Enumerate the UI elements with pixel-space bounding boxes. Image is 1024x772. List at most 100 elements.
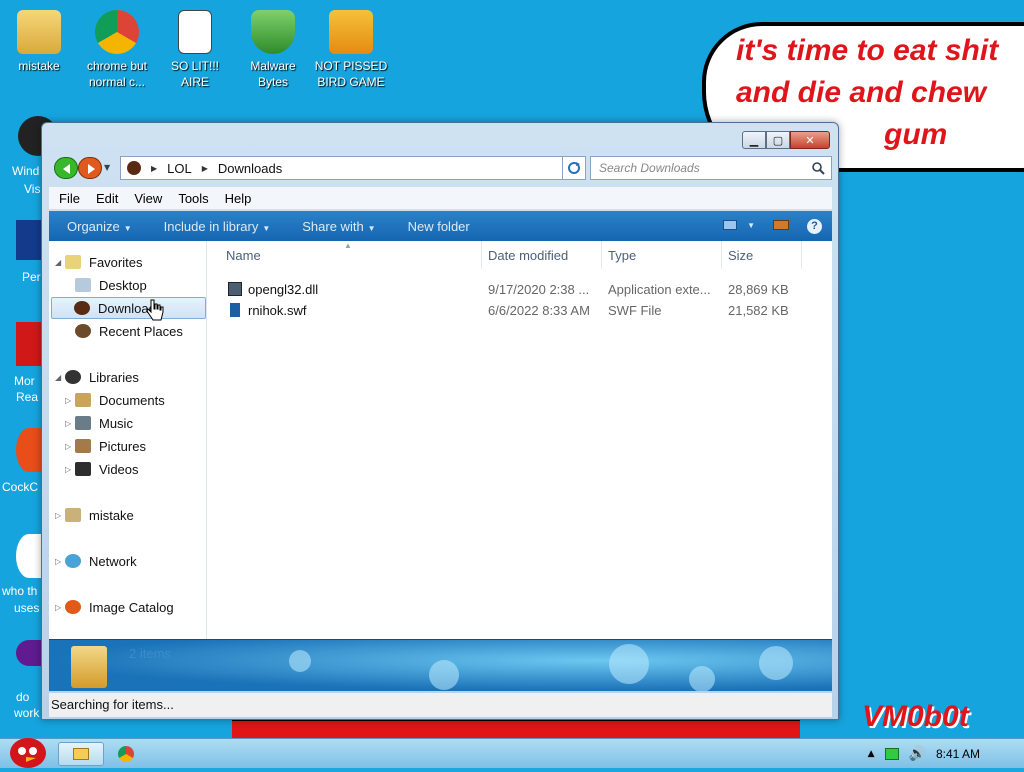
- include-in-library-button[interactable]: Include in library ▼: [164, 219, 271, 234]
- back-button[interactable]: [54, 157, 78, 179]
- desktop-icon-who[interactable]: [16, 534, 42, 578]
- menu-file[interactable]: File: [59, 191, 80, 206]
- collapse-arrow-icon[interactable]: ▷: [65, 396, 75, 405]
- search-placeholder: Search Downloads: [599, 161, 700, 175]
- desktop-label: who th: [2, 584, 38, 598]
- menu-edit[interactable]: Edit: [96, 191, 118, 206]
- hand-cursor-icon: [146, 299, 164, 321]
- details-folder-icon: [71, 646, 107, 688]
- desktop-label: work: [14, 706, 40, 720]
- desktop-icon-cockc[interactable]: [16, 428, 42, 472]
- view-options-button[interactable]: ▼: [723, 220, 755, 231]
- close-button[interactable]: ✕: [790, 131, 830, 149]
- nav-favorites[interactable]: ◢ Favorites: [55, 251, 142, 273]
- menu-help[interactable]: Help: [225, 191, 252, 206]
- help-button[interactable]: ?: [807, 217, 822, 234]
- breadcrumb-lol[interactable]: LOL: [167, 161, 192, 176]
- file-type: Application exte...: [608, 282, 711, 297]
- desktop-icon-bird-game[interactable]: NOT PISSED BIRD GAME: [312, 4, 390, 90]
- explorer-window: ▁ ▢ ✕ ▼ ▶ LOL ▶ Downloads ▼ Search Downl…: [41, 122, 839, 720]
- nav-image-catalog[interactable]: ▷ Image Catalog: [55, 596, 174, 618]
- menu-tools[interactable]: Tools: [178, 191, 208, 206]
- search-input[interactable]: Search Downloads: [590, 156, 832, 180]
- desktop-icon-malwarebytes[interactable]: Malware Bytes: [234, 4, 312, 90]
- pictures-icon: [75, 439, 91, 453]
- file-row[interactable]: rnihok.swf 6/6/2022 8:33 AM SWF File 21,…: [208, 300, 832, 321]
- desktop-label: Mor: [14, 374, 35, 388]
- collapse-arrow-icon[interactable]: ▷: [65, 442, 75, 451]
- minimize-button[interactable]: ▁: [742, 131, 766, 149]
- chevron-down-icon: ▼: [747, 220, 755, 230]
- column-date-modified[interactable]: Date modified: [482, 241, 602, 269]
- nav-downloads[interactable]: Downloads: [51, 297, 206, 319]
- speech-line: and die and chew: [736, 76, 987, 109]
- nav-desktop[interactable]: Desktop: [75, 274, 147, 296]
- chevron-down-icon: ▼: [262, 223, 271, 233]
- nav-recent-places[interactable]: Recent Places: [75, 320, 183, 342]
- help-icon: ?: [807, 218, 822, 234]
- taskbar-explorer-button[interactable]: [58, 742, 104, 766]
- new-folder-button[interactable]: New folder: [408, 219, 470, 234]
- sort-ascending-icon: ▲: [344, 241, 352, 250]
- column-type[interactable]: Type: [602, 241, 722, 269]
- refresh-button[interactable]: [562, 156, 586, 180]
- preview-pane-button[interactable]: [773, 218, 789, 233]
- file-name: opengl32.dll: [248, 282, 319, 297]
- breadcrumb-separator-icon[interactable]: ▶: [151, 164, 157, 173]
- nav-pictures[interactable]: ▷ Pictures: [65, 435, 146, 457]
- address-bar[interactable]: ▶ LOL ▶ Downloads ▼: [120, 156, 583, 180]
- desktop-label: Rea: [16, 390, 39, 404]
- volume-icon[interactable]: 🔊: [909, 746, 926, 762]
- nav-documents[interactable]: ▷ Documents: [65, 389, 165, 411]
- breadcrumb-downloads[interactable]: Downloads: [218, 161, 282, 176]
- status-text: Searching for items...: [51, 697, 174, 712]
- desktop-label: do: [16, 690, 30, 704]
- nav-music[interactable]: ▷ Music: [65, 412, 133, 434]
- caption-buttons: ▁ ▢ ✕: [742, 131, 830, 149]
- desktop-label: Vis: [24, 182, 41, 196]
- nav-videos[interactable]: ▷ Videos: [65, 458, 139, 480]
- share-with-button[interactable]: Share with ▼: [302, 219, 375, 234]
- chrome-icon: [95, 10, 139, 54]
- expand-icon[interactable]: ◢: [55, 373, 65, 382]
- organize-button[interactable]: Organize ▼: [67, 219, 132, 234]
- nav-network[interactable]: ▷ Network: [55, 550, 137, 572]
- desktop-icon-acrobat[interactable]: [16, 322, 42, 366]
- desktop-icon-mistake[interactable]: mistake: [0, 4, 78, 74]
- network-icon: [65, 554, 81, 568]
- show-hidden-icons-button[interactable]: ▲: [868, 749, 875, 759]
- nav-mistake[interactable]: ▷ mistake: [55, 504, 134, 526]
- desktop-icon-yahoo[interactable]: [16, 640, 42, 666]
- collapse-arrow-icon[interactable]: ▷: [55, 603, 65, 612]
- collapse-arrow-icon[interactable]: ▷: [55, 511, 65, 520]
- start-button[interactable]: [6, 733, 50, 769]
- desktop-icon-photoshop[interactable]: [16, 220, 42, 260]
- taskbar-chrome-button[interactable]: [104, 742, 150, 766]
- collapse-arrow-icon[interactable]: ▷: [65, 419, 75, 428]
- menu-view[interactable]: View: [134, 191, 162, 206]
- file-row[interactable]: opengl32.dll 9/17/2020 2:38 ... Applicat…: [208, 279, 832, 300]
- search-icon[interactable]: [811, 161, 825, 175]
- nav-libraries[interactable]: ◢ Libraries: [55, 366, 139, 388]
- desktop-icon-chrome[interactable]: chrome but normal c...: [78, 4, 156, 90]
- navigation-pane: ◢ Favorites Desktop Downloads Recent Pla…: [49, 241, 207, 639]
- column-size[interactable]: Size: [722, 241, 802, 269]
- collapse-arrow-icon[interactable]: ▷: [65, 465, 75, 474]
- forward-button[interactable]: [78, 157, 102, 179]
- shield-icon: [251, 10, 295, 54]
- desktop-icon-solitaire[interactable]: SO LIT!!! AIRE: [156, 4, 234, 90]
- recent-pages-chevron-icon[interactable]: ▼: [104, 163, 110, 172]
- expand-icon[interactable]: ◢: [55, 258, 65, 267]
- status-bar: Searching for items...: [49, 693, 832, 717]
- network-status-icon[interactable]: [884, 748, 899, 760]
- back-arrow-icon: [63, 164, 70, 174]
- image-catalog-icon: [65, 600, 81, 614]
- maximize-button[interactable]: ▢: [766, 131, 790, 149]
- preview-pane-icon: [773, 219, 789, 230]
- system-tray: ▲ 🔊 8:41 AM: [868, 739, 1024, 769]
- breadcrumb-separator-icon[interactable]: ▶: [202, 164, 208, 173]
- playing-card-icon: [178, 10, 212, 54]
- desktop-label: CockC: [2, 480, 39, 494]
- clock[interactable]: 8:41 AM: [936, 747, 980, 761]
- collapse-arrow-icon[interactable]: ▷: [55, 557, 65, 566]
